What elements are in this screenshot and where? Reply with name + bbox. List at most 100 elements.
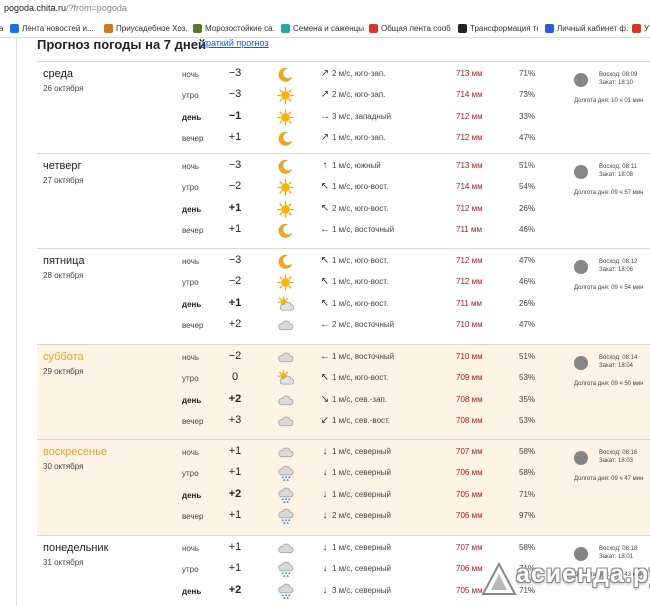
day-part-label: утро: [182, 469, 199, 478]
wind-text: 1 м/с, юго-вост.: [332, 182, 389, 191]
forecast-row: день +1 ↖ 2 м/с, юго-вост. 712 мм 26%: [37, 199, 650, 220]
wind-info: ↓ 1 м/с, северный: [320, 447, 391, 457]
pressure: 705 мм: [456, 490, 483, 499]
day-part-label: день: [182, 491, 202, 500]
temperature: +2: [228, 393, 242, 405]
wind-direction-arrow-icon: ↖: [320, 372, 330, 383]
wind-direction-arrow-icon: ↖: [320, 203, 330, 214]
wind-direction-arrow-icon: ↘: [320, 394, 330, 405]
short-forecast-link[interactable]: краткий прогноз: [202, 38, 269, 48]
humidity: 26%: [519, 299, 536, 308]
forecast-row: день +2 ↘ 1 м/с, сев.-зап. 708 мм 35%: [37, 390, 650, 411]
flag-favicon-icon: [545, 23, 554, 33]
forecast-row: ночь −3 ↑ 1 м/с, южный 713 мм 51%: [37, 156, 650, 177]
forecast-row: вечер +1 ← 1 м/с, восточный 711 мм 46%: [37, 220, 650, 241]
day-part-label: утро: [182, 565, 199, 574]
day-part-label: день: [182, 396, 202, 405]
day-part-label: вечер: [182, 417, 204, 426]
wind-direction-arrow-icon: ↓: [322, 542, 328, 553]
bookmark-item-frost-gardens[interactable]: Морозостойкие са...: [193, 22, 275, 34]
wind-text: 1 м/с, юго-вост.: [332, 256, 389, 265]
day-part-label: утро: [182, 374, 199, 383]
bookmark-item-personal-cabinet[interactable]: Личный кабинет ф...: [545, 22, 628, 34]
wind-direction-arrow-icon: ↗: [320, 68, 330, 79]
bookmark-item-seeds[interactable]: Семена и саженцы...: [281, 22, 364, 34]
bookmark-item-household[interactable]: Приусадебное Хоз...: [104, 22, 187, 34]
temperature: +1: [228, 562, 242, 574]
sun-cloud-icon: [277, 296, 295, 313]
pressure: 711 мм: [456, 225, 482, 234]
garden-favicon-icon: [104, 23, 113, 33]
day-block: воскресенье 30 октября Восход: 08:16 Закат:…: [37, 439, 650, 535]
temperature: −1: [228, 110, 242, 122]
day-part-label: ночь: [182, 353, 200, 362]
ball-favicon-icon: [458, 23, 467, 33]
url-host: pogoda.chita.ru: [4, 3, 67, 13]
day-block: пятница 28 октября Восход: 08:12 Закат: 18:…: [37, 248, 650, 344]
feed-favicon-icon: [369, 23, 378, 33]
wind-text: 1 м/с, юго-зап.: [332, 133, 386, 142]
wind-text: 1 м/с, северный: [332, 468, 391, 477]
bookmark-label: Приусадебное Хоз...: [116, 23, 187, 33]
humidity: 53%: [519, 416, 536, 425]
pressure: 712 мм: [456, 204, 483, 213]
forecast-row: вечер +2 ← 2 м/с, восточный 710 мм 47%: [37, 315, 650, 336]
forecast-row: ночь +1 ↓ 1 м/с, северный 707 мм 58%: [37, 442, 650, 463]
wind-text: 1 м/с, сев.-зап.: [332, 395, 388, 404]
pressure: 713 мм: [456, 161, 483, 170]
bookmark-item-community-feed[interactable]: Общая лента сооб...: [369, 22, 451, 34]
temperature: −2: [228, 275, 242, 287]
wind-info: ↖ 2 м/с, юго-вост.: [320, 203, 389, 214]
forecast-row: утро 0 ↖ 1 м/с, юго-вост. 709 мм 53%: [37, 368, 650, 389]
bookmark-item-overflow[interactable]: У: [632, 22, 650, 34]
url-text[interactable]: pogoda.chita.ru/?from=pogoda: [4, 3, 127, 13]
url-path: /?from=pogoda: [66, 3, 127, 13]
temperature: 0: [231, 371, 239, 383]
wind-direction-arrow-icon: ↓: [322, 563, 328, 574]
wind-info: ← 2 м/с, восточный: [320, 320, 394, 330]
wind-info: ↖ 1 м/с, юго-вост.: [320, 256, 389, 266]
bookmark-item-transformation[interactable]: Трансформация те...: [458, 22, 538, 34]
humidity: 47%: [519, 320, 536, 329]
day-part-label: утро: [182, 91, 199, 100]
wind-info: ← 1 м/с, восточный: [320, 224, 394, 235]
pressure: 714 мм: [456, 90, 483, 99]
sun-icon: [277, 274, 294, 291]
flower-favicon-icon: [281, 23, 290, 33]
cloud-icon: [277, 392, 294, 409]
wind-info: ↗ 1 м/с, юго-зап.: [320, 132, 386, 143]
temperature: −3: [228, 67, 242, 79]
sun-icon: [277, 201, 294, 218]
sun-cloud-icon: [277, 370, 295, 387]
wind-direction-arrow-icon: ↓: [322, 489, 328, 500]
temperature: +1: [228, 509, 242, 521]
temperature: +1: [228, 202, 242, 214]
wind-text: 1 м/с, северный: [332, 543, 391, 552]
bookmark-item-news-feed[interactable]: Лента новостей и...: [10, 22, 97, 34]
wind-text: 1 м/с, северный: [332, 490, 391, 499]
sun-icon: [277, 179, 294, 196]
pressure: 714 мм: [456, 182, 483, 191]
sun-icon: [277, 109, 294, 126]
pressure: 712 мм: [456, 277, 483, 286]
news-favicon-icon: [10, 23, 19, 33]
pressure: 706 мм: [456, 511, 483, 520]
wind-text: 1 м/с, юго-вост.: [332, 277, 389, 286]
wind-info: ↗ 2 м/с, юго-зап.: [320, 89, 386, 100]
watermark-text: асиенда.ру: [516, 560, 650, 588]
wind-direction-arrow-icon: ↗: [320, 89, 330, 100]
wind-direction-arrow-icon: ↖: [320, 276, 330, 287]
wind-direction-arrow-icon: ↑: [322, 160, 328, 171]
address-bar[interactable]: pogoda.chita.ru/?from=pogoda: [0, 0, 650, 16]
bookmark-apps-fragment[interactable]: a: [0, 22, 3, 34]
temperature: −2: [228, 350, 242, 362]
cloud-icon: [277, 317, 294, 334]
moon-icon: [277, 158, 294, 175]
wind-direction-arrow-icon: ←: [320, 224, 330, 235]
wind-direction-arrow-icon: ↗: [320, 132, 330, 143]
forecast-row: ночь −2 ← 1 м/с, восточный 710 мм 51%: [37, 347, 650, 368]
pressure: 706 мм: [456, 468, 483, 477]
forecast-row: утро −3 ↗ 2 м/с, юго-зап. 714 мм 73%: [37, 85, 650, 106]
wind-text: 2 м/с, северный: [332, 511, 391, 520]
forecast-row: утро −2 ↖ 1 м/с, юго-вост. 714 мм 54%: [37, 177, 650, 198]
